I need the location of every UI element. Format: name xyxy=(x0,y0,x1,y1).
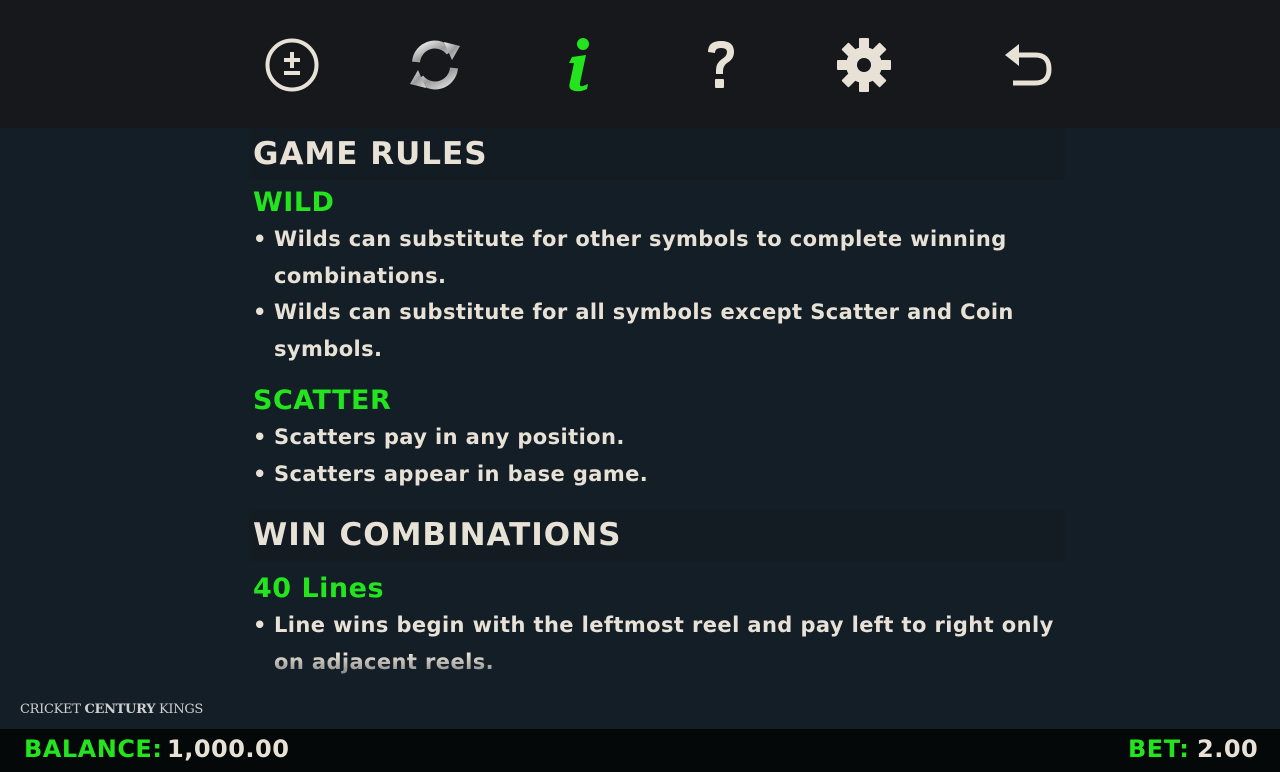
game-rules-panel[interactable]: GAME RULES WILD Wilds can substitute for… xyxy=(0,128,1280,694)
scatter-rules-list: Scatters pay in any position. Scatters a… xyxy=(253,419,1065,492)
scatter-title: SCATTER xyxy=(253,385,392,416)
settings-icon xyxy=(837,38,891,92)
logo-text-right: KINGS xyxy=(159,702,204,717)
list-item: Wilds can substitute for all symbols exc… xyxy=(253,294,1065,367)
list-item: Scatters pay in any position. xyxy=(253,419,1065,456)
autoplay-button[interactable] xyxy=(400,30,470,100)
logo-text-left: CRICKET xyxy=(20,702,81,717)
game-logo: CRICKET CENTURY KINGS xyxy=(20,702,203,722)
balance-value: 1,000.00 xyxy=(167,735,290,763)
back-icon xyxy=(1005,44,1052,86)
status-bar: BALANCE: 1,000.00 BET: 2.00 xyxy=(0,729,1280,772)
bet-adjust-button[interactable] xyxy=(257,30,327,100)
wild-rules-list: Wilds can substitute for other symbols t… xyxy=(253,221,1065,367)
help-icon xyxy=(708,41,734,88)
section-title: WIN COMBINATIONS xyxy=(253,517,622,553)
autoplay-icon xyxy=(410,40,460,90)
bet-value: 2.00 xyxy=(1197,735,1259,763)
logo-text-middle: CENTURY xyxy=(84,702,156,717)
info-icon xyxy=(569,38,589,92)
help-button[interactable] xyxy=(686,30,756,100)
list-item: Scatters appear in base game. xyxy=(253,456,1065,493)
back-button[interactable] xyxy=(992,30,1062,100)
lines-title: 40 Lines xyxy=(253,573,385,604)
rules-content: GAME RULES WILD Wilds can substitute for… xyxy=(249,128,1065,680)
info-button[interactable] xyxy=(543,30,613,100)
section-header-game-rules: GAME RULES xyxy=(249,128,1065,180)
list-item: Line wins begin with the leftmost reel a… xyxy=(253,607,1065,680)
section-title: GAME RULES xyxy=(253,136,488,172)
wild-title: WILD xyxy=(253,187,335,218)
list-item: Wilds can substitute for other symbols t… xyxy=(253,221,1065,294)
section-header-win-combinations: WIN COMBINATIONS xyxy=(249,509,1065,561)
balance-label: BALANCE: xyxy=(24,735,163,763)
top-toolbar xyxy=(0,0,1280,128)
settings-button[interactable] xyxy=(829,30,899,100)
bet-label: BET: xyxy=(1128,735,1190,763)
plus-minus-icon xyxy=(265,38,319,92)
lines-rules-list: Line wins begin with the leftmost reel a… xyxy=(253,607,1065,680)
